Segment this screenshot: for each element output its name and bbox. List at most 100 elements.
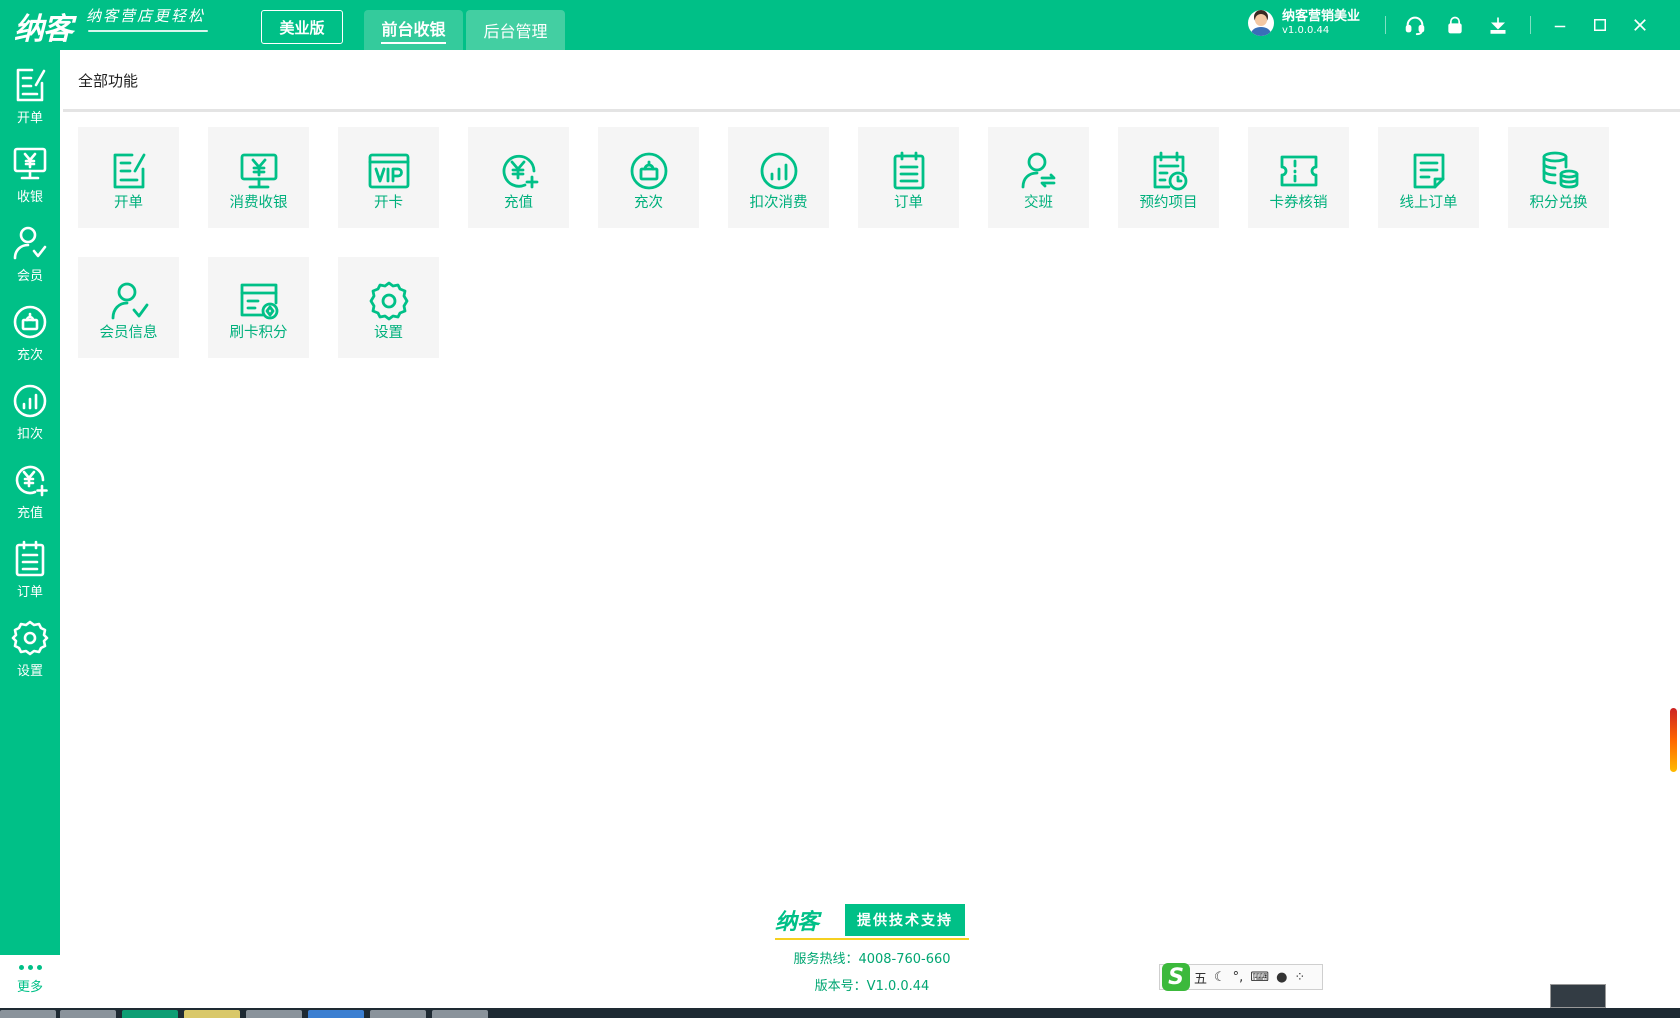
app-logo-text: 纳客	[14, 12, 73, 47]
maximize-icon[interactable]	[1587, 12, 1613, 38]
tab-back-office-label: 后台管理	[483, 22, 548, 41]
tile-label: 交班	[1024, 195, 1053, 211]
tile-label: 充值	[504, 195, 533, 211]
tile-shift-handover[interactable]: 交班	[988, 127, 1089, 228]
sidebar: 开单 收银 会员 充次 扣次 充值 订单 设置 更多	[0, 50, 60, 1018]
shift-handover-icon	[1021, 152, 1055, 189]
footer-logo: 纳客	[775, 909, 820, 935]
tile-settings[interactable]: 设置	[338, 257, 439, 358]
ime-logo-icon: S	[1162, 963, 1190, 991]
taskbar-item[interactable]	[246, 1010, 302, 1018]
order-icon	[15, 540, 45, 577]
sidebar-item-cashier[interactable]: 收银	[0, 134, 60, 208]
taskbar-item[interactable]	[122, 1010, 178, 1018]
taskbar-item[interactable]	[370, 1010, 426, 1018]
app-logo: 纳客	[14, 8, 73, 47]
more-icon	[18, 965, 42, 970]
lock-icon[interactable]	[1442, 12, 1468, 38]
recharge-icon	[15, 465, 48, 497]
tile-recharge[interactable]: 充值	[468, 127, 569, 228]
tile-consume-cashier[interactable]: 消费收银	[208, 127, 309, 228]
sidebar-item-label: 设置	[16, 664, 43, 679]
deduct-times-icon	[13, 384, 47, 418]
taskbar-item[interactable]	[60, 1010, 116, 1018]
deduct-times-icon	[760, 152, 797, 190]
tile-open-card[interactable]: 开卡	[338, 127, 439, 228]
footer-support-label: 提供技术支持	[845, 904, 965, 936]
sidebar-item-member[interactable]: 会员	[0, 213, 60, 287]
tab-back-office[interactable]: 后台管理	[466, 10, 565, 50]
card-points-icon	[240, 283, 278, 320]
moon-icon[interactable]: ☾	[1214, 970, 1226, 985]
taskbar-item[interactable]	[184, 1010, 240, 1018]
taskbar-item[interactable]	[0, 1010, 56, 1018]
tile-label: 充次	[634, 195, 663, 211]
sidebar-item-label: 会员	[16, 269, 43, 284]
recharge-times-icon	[630, 152, 667, 190]
vip-card-icon	[368, 153, 409, 189]
cash-register-icon	[240, 153, 277, 189]
main-panel: 全部功能 开单 消费收银 开卡 充值 充次 扣次消费 订单 交班 预约项目 卡券…	[60, 50, 1680, 1018]
tile-recharge-times[interactable]: 充次	[598, 127, 699, 228]
tile-coupon-verify[interactable]: 卡券核销	[1248, 127, 1349, 228]
sidebar-item-settings[interactable]: 设置	[0, 608, 60, 682]
close-icon[interactable]	[1627, 12, 1653, 38]
tile-label: 刷卡积分	[229, 325, 288, 341]
tile-deduct-times-consume[interactable]: 扣次消费	[728, 127, 829, 228]
sidebar-item-label: 充值	[16, 506, 43, 521]
footer-divider	[775, 938, 969, 940]
slogan-underline	[88, 30, 208, 32]
tile-label: 开卡	[374, 195, 403, 211]
tile-label: 消费收银	[229, 195, 288, 211]
ime-toolbar[interactable]: S 五 ☾ °, ⌨ ● ⁘	[1159, 963, 1323, 991]
taskbar-item[interactable]	[432, 1010, 488, 1018]
sidebar-item-recharge[interactable]: 充值	[0, 450, 60, 524]
tile-label: 线上订单	[1399, 195, 1458, 211]
tile-label: 预约项目	[1139, 195, 1198, 211]
edit-order-icon	[113, 153, 145, 189]
points-exchange-icon	[1542, 151, 1578, 189]
headset-icon[interactable]	[1402, 12, 1428, 38]
download-icon[interactable]	[1485, 12, 1511, 38]
tile-appointment[interactable]: 预约项目	[1118, 127, 1219, 228]
tile-label: 开单	[114, 195, 143, 211]
divider	[1530, 16, 1531, 34]
tab-front-cashier-label: 前台收银	[381, 16, 446, 44]
order-icon	[893, 151, 924, 190]
edition-button[interactable]: 美业版	[261, 10, 343, 44]
user-profile[interactable]: 纳客营销美业 v1.0.0.44	[1248, 10, 1360, 36]
sidebar-item-recharge-times[interactable]: 充次	[0, 292, 60, 366]
sidebar-item-deduct-times[interactable]: 扣次	[0, 371, 60, 445]
ime-mode[interactable]: 五	[1194, 968, 1207, 987]
tile-label: 卡券核销	[1269, 195, 1328, 211]
grid-icon[interactable]: ⁘	[1294, 970, 1305, 985]
recharge-times-icon	[13, 305, 47, 339]
coupon-icon	[1280, 155, 1317, 187]
appointment-icon	[1153, 151, 1187, 191]
footer-version: 版本号：V1.0.0.44	[814, 979, 930, 994]
sidebar-item-label: 充次	[16, 348, 43, 363]
title-bar: 纳客 纳客营店更轻松 美业版 前台收银 后台管理 纳客营销美业 v1.0.0.4…	[0, 0, 1680, 50]
tile-card-points[interactable]: 刷卡积分	[208, 257, 309, 358]
tile-points-exchange[interactable]: 积分兑换	[1508, 127, 1609, 228]
taskbar	[0, 1008, 1680, 1018]
tab-front-cashier[interactable]: 前台收银	[364, 10, 463, 50]
system-tray[interactable]	[1550, 984, 1606, 1008]
settings-icon	[369, 281, 408, 321]
divider	[1385, 16, 1386, 34]
taskbar-item[interactable]	[308, 1010, 364, 1018]
tile-order[interactable]: 订单	[858, 127, 959, 228]
tile-open-order[interactable]: 开单	[78, 127, 179, 228]
keyboard-icon[interactable]: ⌨	[1250, 970, 1269, 985]
user-name: 纳客营销美业	[1282, 9, 1361, 25]
tile-label: 积分兑换	[1529, 195, 1588, 211]
settings-icon	[11, 620, 49, 656]
punctuation-icon[interactable]: °,	[1233, 970, 1244, 985]
sidebar-item-order[interactable]: 订单	[0, 529, 60, 603]
tile-label: 会员信息	[99, 325, 158, 341]
minimize-icon[interactable]	[1547, 12, 1573, 38]
sidebar-item-open-order[interactable]: 开单	[0, 55, 60, 129]
tile-member-info[interactable]: 会员信息	[78, 257, 179, 358]
user-icon[interactable]: ●	[1276, 970, 1287, 985]
tile-online-order[interactable]: 线上订单	[1378, 127, 1479, 228]
